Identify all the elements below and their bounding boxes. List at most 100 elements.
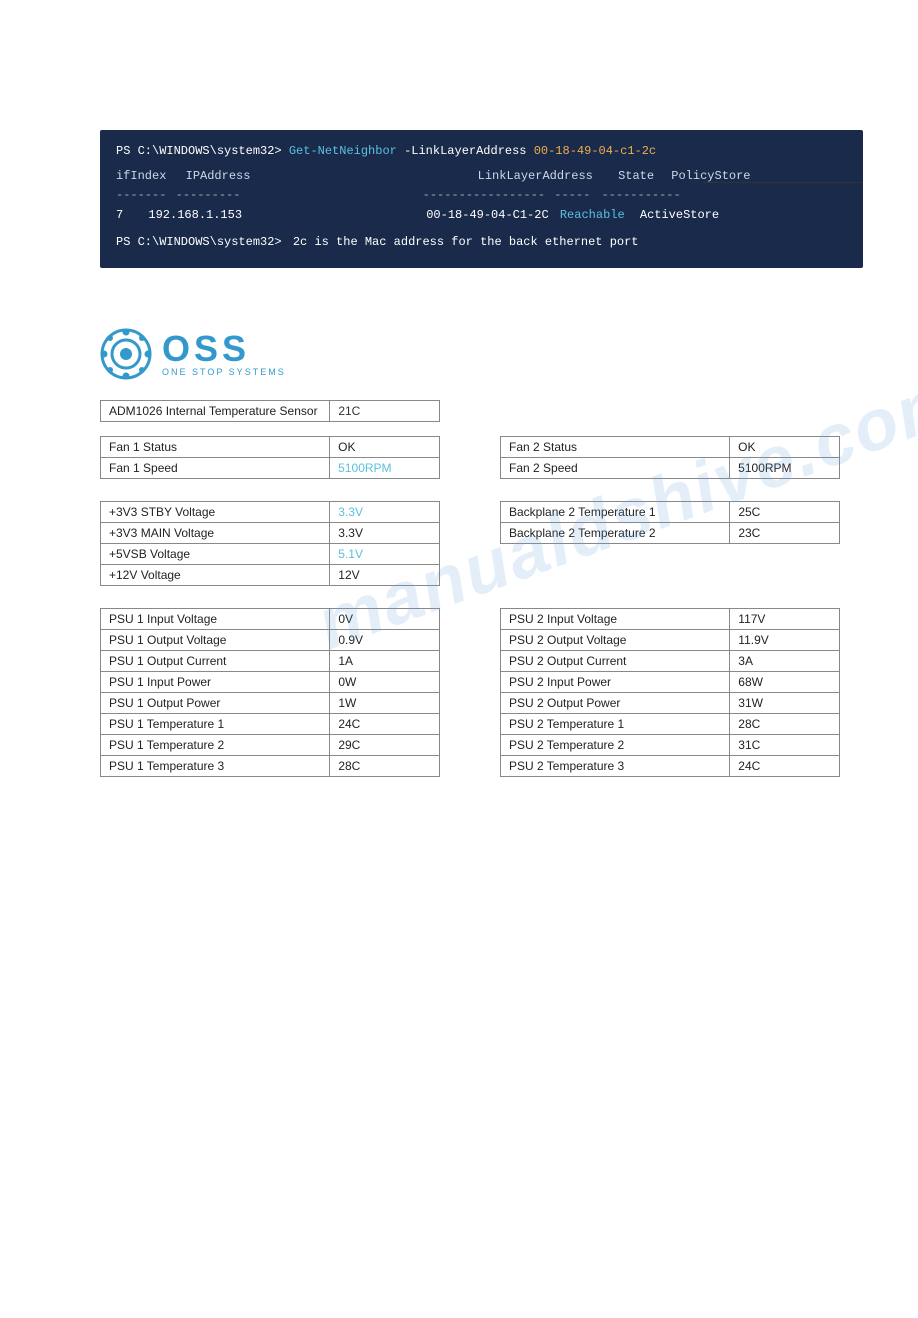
psu2-row-3: PSU 2 Input Power 68W	[501, 671, 840, 692]
v4-label: +12V Voltage	[101, 564, 330, 585]
psu1-label-0: PSU 1 Input Voltage	[101, 608, 330, 629]
terminal-line-1: PS C:\WINDOWS\system32> Get-NetNeighbor …	[116, 142, 847, 161]
psu2-label-2: PSU 2 Output Current	[501, 650, 730, 671]
prompt-1: PS C:\WINDOWS\system32>	[116, 144, 282, 158]
val-state: Reachable	[560, 208, 625, 222]
fan2-speed-value: 5100RPM	[730, 457, 840, 478]
voltage-table: +3V3 STBY Voltage 3.3V +3V3 MAIN Voltage…	[100, 501, 440, 586]
fan1-status-row: Fan 1 Status OK	[101, 436, 440, 457]
fan2-table: Fan 2 Status OK Fan 2 Speed 5100RPM	[500, 436, 840, 479]
v4-value: 12V	[330, 564, 440, 585]
tables-area: ADM1026 Internal Temperature Sensor 21C …	[100, 400, 863, 777]
prompt-3: PS C:\WINDOWS\system32>	[116, 235, 282, 249]
psu1-label-7: PSU 1 Temperature 3	[101, 755, 330, 776]
psu1-value-2: 1A	[330, 650, 440, 671]
terminal-data-row: 7 192.168.1.153 00-18-49-04-C1-2C Reacha…	[116, 206, 847, 225]
psu1-value-3: 0W	[330, 671, 440, 692]
terminal-wrapper: PS C:\WINDOWS\system32> Get-NetNeighbor …	[100, 130, 863, 268]
psu2-label-7: PSU 2 Temperature 3	[501, 755, 730, 776]
psu1-value-6: 29C	[330, 734, 440, 755]
psu1-row-1: PSU 1 Output Voltage 0.9V	[101, 629, 440, 650]
psu2-value-4: 31W	[730, 692, 840, 713]
bp1-value: 25C	[730, 501, 840, 522]
v1-value: 3.3V	[330, 501, 440, 522]
val-lla: 00-18-49-04-C1-2C	[426, 208, 548, 222]
adm-value: 21C	[330, 400, 440, 421]
psu-tables-row: PSU 1 Input Voltage 0V PSU 1 Output Volt…	[100, 608, 863, 777]
psu2-row-6: PSU 2 Temperature 2 31C	[501, 734, 840, 755]
fan1-speed-label: Fan 1 Speed	[101, 457, 330, 478]
v1-label: +3V3 STBY Voltage	[101, 501, 330, 522]
top-rule	[703, 182, 863, 183]
psu2-value-1: 11.9V	[730, 629, 840, 650]
psu1-value-0: 0V	[330, 608, 440, 629]
cmd-main: Get-NetNeighbor	[289, 144, 397, 158]
psu1-label-3: PSU 1 Input Power	[101, 671, 330, 692]
col-ifindex: ifIndex	[116, 169, 166, 183]
psu1-row-6: PSU 1 Temperature 2 29C	[101, 734, 440, 755]
fan1-speed-row: Fan 1 Speed 5100RPM	[101, 457, 440, 478]
fan-tables-row: Fan 1 Status OK Fan 1 Speed 5100RPM Fan …	[100, 436, 863, 479]
psu2-row-0: PSU 2 Input Voltage 117V	[501, 608, 840, 629]
col-ip: IPAddress	[186, 169, 251, 183]
bp2-label: Backplane 2 Temperature 2	[501, 522, 730, 543]
psu2-label-4: PSU 2 Output Power	[501, 692, 730, 713]
psu1-table: PSU 1 Input Voltage 0V PSU 1 Output Volt…	[100, 608, 440, 777]
val-policy: ActiveStore	[640, 208, 719, 222]
psu2-value-7: 24C	[730, 755, 840, 776]
oss-logo-icon	[100, 328, 152, 380]
psu2-row-5: PSU 2 Temperature 1 28C	[501, 713, 840, 734]
psu2-value-2: 3A	[730, 650, 840, 671]
psu2-row-4: PSU 2 Output Power 31W	[501, 692, 840, 713]
cmd-space2	[527, 144, 534, 158]
logo-tagline-text: ONE STOP SYSTEMS	[162, 367, 286, 377]
cmd-space	[397, 144, 404, 158]
terminal-block: PS C:\WINDOWS\system32> Get-NetNeighbor …	[100, 130, 863, 268]
psu1-label-5: PSU 1 Temperature 1	[101, 713, 330, 734]
psu1-label-6: PSU 1 Temperature 2	[101, 734, 330, 755]
psu2-value-0: 117V	[730, 608, 840, 629]
psu2-value-5: 28C	[730, 713, 840, 734]
logo-section: OSS ONE STOP SYSTEMS	[100, 328, 918, 380]
v2-value: 3.3V	[330, 522, 440, 543]
fan1-table: Fan 1 Status OK Fan 1 Speed 5100RPM	[100, 436, 440, 479]
psu1-value-5: 24C	[330, 713, 440, 734]
adm-table: ADM1026 Internal Temperature Sensor 21C	[100, 400, 440, 422]
terminal-header: ifIndex IPAddress LinkLayerAddress State…	[116, 167, 847, 186]
bp1-row: Backplane 2 Temperature 1 25C	[501, 501, 840, 522]
val-ip: 192.168.1.153	[148, 208, 242, 222]
psu1-row-2: PSU 1 Output Current 1A	[101, 650, 440, 671]
psu2-label-1: PSU 2 Output Voltage	[501, 629, 730, 650]
fan2-speed-label: Fan 2 Speed	[501, 457, 730, 478]
fan2-status-value: OK	[730, 436, 840, 457]
psu2-label-6: PSU 2 Temperature 2	[501, 734, 730, 755]
col-state: State	[618, 169, 654, 183]
psu1-label-2: PSU 1 Output Current	[101, 650, 330, 671]
voltage-backplane-row: +3V3 STBY Voltage 3.3V +3V3 MAIN Voltage…	[100, 501, 863, 586]
psu2-label-3: PSU 2 Input Power	[501, 671, 730, 692]
psu1-row-5: PSU 1 Temperature 1 24C	[101, 713, 440, 734]
terminal-separator: ------- --------- ----------------- ----…	[116, 186, 847, 205]
adm-label: ADM1026 Internal Temperature Sensor	[101, 400, 330, 421]
psu1-label-4: PSU 1 Output Power	[101, 692, 330, 713]
psu1-row-7: PSU 1 Temperature 3 28C	[101, 755, 440, 776]
psu2-row-7: PSU 2 Temperature 3 24C	[501, 755, 840, 776]
v1-row: +3V3 STBY Voltage 3.3V	[101, 501, 440, 522]
psu1-value-1: 0.9V	[330, 629, 440, 650]
v2-row: +3V3 MAIN Voltage 3.3V	[101, 522, 440, 543]
bp2-value: 23C	[730, 522, 840, 543]
backplane-table: Backplane 2 Temperature 1 25C Backplane …	[500, 501, 840, 544]
psu1-label-1: PSU 1 Output Voltage	[101, 629, 330, 650]
fan2-speed-row: Fan 2 Speed 5100RPM	[501, 457, 840, 478]
psu2-table: PSU 2 Input Voltage 117V PSU 2 Output Vo…	[500, 608, 840, 777]
psu1-row-0: PSU 1 Input Voltage 0V	[101, 608, 440, 629]
v3-row: +5VSB Voltage 5.1V	[101, 543, 440, 564]
cmd-val: 00-18-49-04-c1-2c	[534, 144, 656, 158]
col-lla: LinkLayerAddress	[478, 169, 593, 183]
fan1-status-value: OK	[330, 436, 440, 457]
cmd-flag: -LinkLayerAddress	[404, 144, 526, 158]
fan1-status-label: Fan 1 Status	[101, 436, 330, 457]
fan2-status-label: Fan 2 Status	[501, 436, 730, 457]
adm-row: ADM1026 Internal Temperature Sensor 21C	[101, 400, 440, 421]
psu2-label-5: PSU 2 Temperature 1	[501, 713, 730, 734]
